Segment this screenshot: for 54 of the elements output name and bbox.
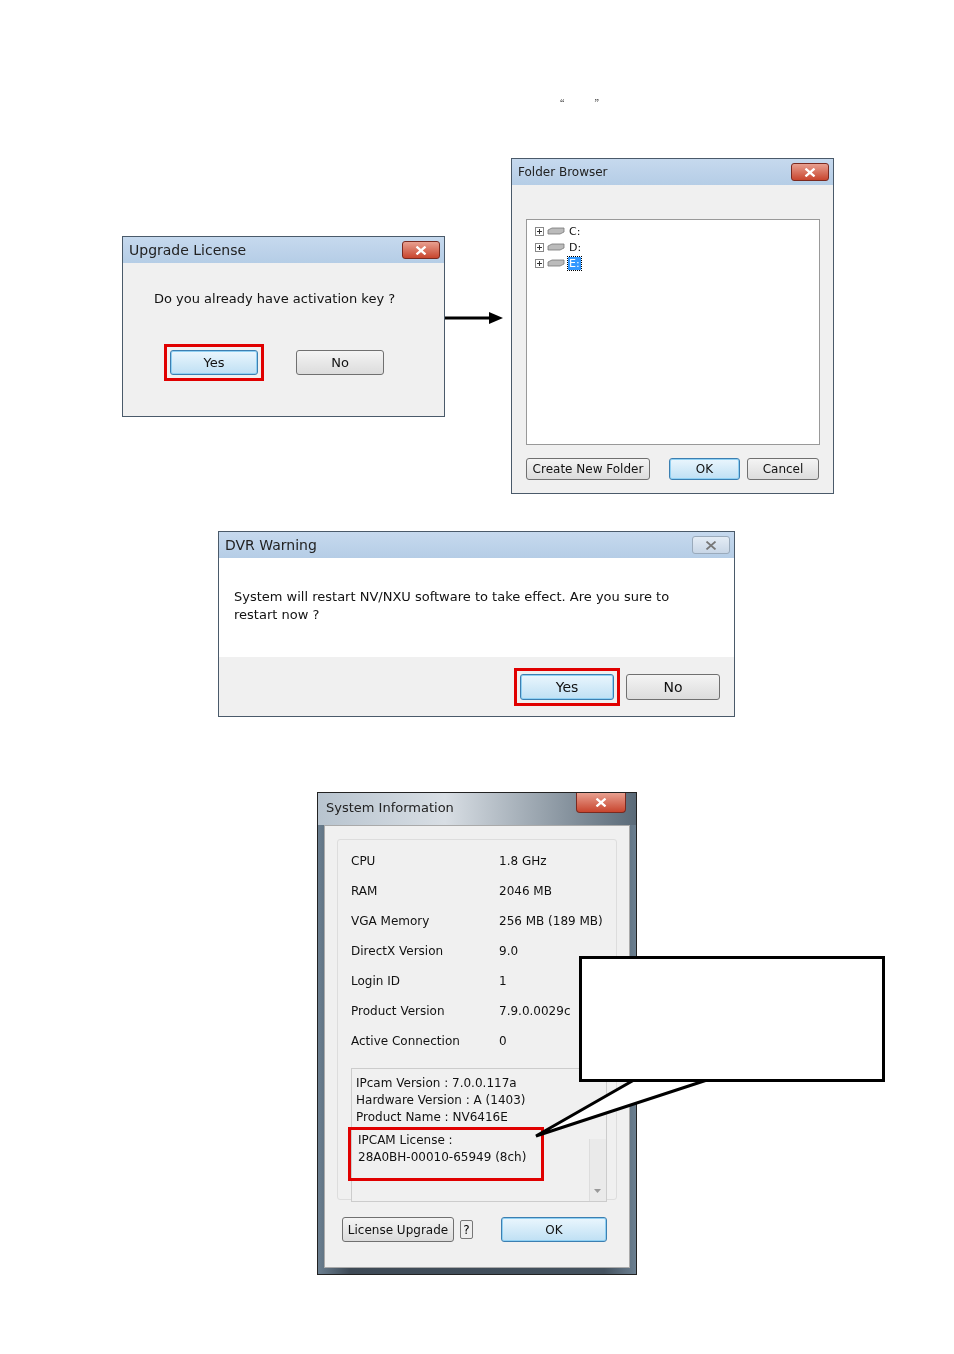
close-icon <box>705 540 717 550</box>
close-button[interactable] <box>576 793 626 813</box>
drive-icon <box>547 259 565 267</box>
info-value: 2046 MB <box>499 884 552 898</box>
info-value: 1.8 GHz <box>499 854 547 868</box>
info-label: CPU <box>351 854 377 868</box>
close-button[interactable] <box>402 241 440 259</box>
dialog-button[interactable]: OK <box>669 458 740 480</box>
info-label: DirectX Version <box>351 944 445 958</box>
scrollbar[interactable] <box>589 1139 606 1201</box>
dialog-button[interactable]: Yes <box>520 673 614 700</box>
dialog-message: System will restart NV/NXU software to take effect. Are you sure to restart now ? <box>234 588 671 624</box>
info-label: Product Version <box>351 1004 446 1018</box>
dialog-button[interactable]: OK <box>501 1217 607 1242</box>
drive-icon <box>547 243 565 251</box>
dialog-message: Do you already have activation key ? <box>154 291 396 306</box>
license-line: 28A0BH-00010-65949 (8ch) <box>358 1149 528 1166</box>
drive-icon <box>547 227 565 235</box>
info-value: 0 <box>499 1034 507 1048</box>
dialog-button[interactable]: No <box>296 350 384 375</box>
close-button[interactable] <box>791 163 829 181</box>
expand-icon[interactable] <box>535 226 544 236</box>
dialog-button[interactable]: Cancel <box>747 458 819 480</box>
window-title: Upgrade License <box>129 242 247 258</box>
info-label: Active Connection <box>351 1034 461 1048</box>
info-label: VGA Memory <box>351 914 431 928</box>
dialog-button[interactable]: Create New Folder <box>526 458 650 480</box>
window-title: DVR Warning <box>225 537 317 553</box>
close-icon <box>804 167 816 177</box>
tree-item[interactable]: D: <box>568 240 583 254</box>
details-line: Hardware Version : A (1403) <box>356 1092 527 1109</box>
window-title: Folder Browser <box>518 165 608 179</box>
info-value: 256 MB (189 MB) <box>499 914 603 928</box>
window-title: System Information <box>326 800 454 815</box>
arrow-icon <box>445 311 503 325</box>
info-value: 9.0 <box>499 944 519 958</box>
expand-icon[interactable] <box>535 242 544 252</box>
info-label: RAM <box>351 884 379 898</box>
dialog-button[interactable]: No <box>626 673 720 700</box>
info-label: Login ID <box>351 974 401 988</box>
dialog-button[interactable]: License Upgrade <box>342 1217 454 1242</box>
details-line: Product Name : NV6416E <box>356 1109 509 1126</box>
info-value: 7.9.0.0029c <box>499 1004 571 1018</box>
info-value: 1 <box>499 974 507 988</box>
close-icon <box>595 798 607 807</box>
quote-mark: ” <box>594 97 599 110</box>
expand-icon[interactable] <box>535 258 544 268</box>
dialog-button[interactable]: Yes <box>170 350 258 375</box>
tree-item[interactable]: C: <box>568 224 582 238</box>
help-button[interactable]: ? <box>460 1220 473 1239</box>
quote-mark: “ <box>560 97 565 110</box>
close-icon <box>415 245 427 255</box>
license-line: IPCAM License : <box>358 1132 454 1149</box>
details-line: IPcam Version : 7.0.0.117a <box>356 1075 518 1092</box>
